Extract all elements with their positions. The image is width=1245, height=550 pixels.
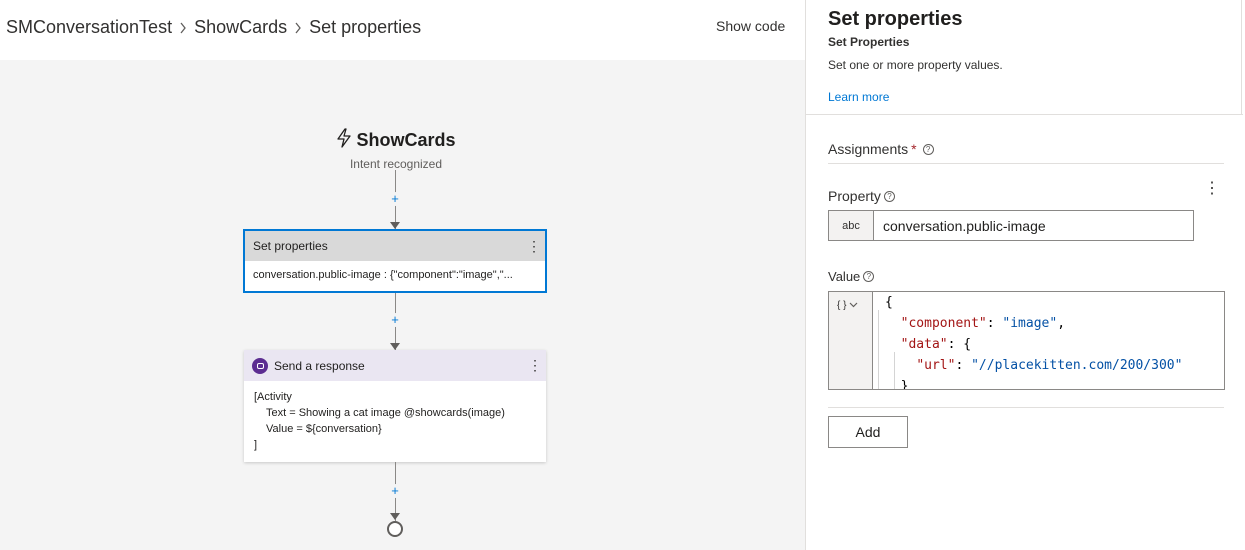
- divider: [828, 407, 1224, 408]
- panel-description: Set one or more property values.: [828, 58, 1003, 72]
- property-label-row: Property ?: [828, 188, 895, 204]
- code-string: "//placekitten.com/200/300": [971, 358, 1183, 373]
- breadcrumb-item-bot[interactable]: SMConversationTest: [6, 17, 172, 38]
- code-close-brace: }: [900, 379, 909, 390]
- authoring-canvas-pane: SMConversationTest ShowCards Set propert…: [0, 0, 806, 550]
- code-key: "url": [916, 358, 956, 373]
- trigger-subtitle: Intent recognized: [349, 157, 443, 171]
- property-input[interactable]: [873, 210, 1194, 241]
- property-label: Property: [828, 188, 881, 204]
- breadcrumb-item-action[interactable]: Set properties: [309, 17, 421, 38]
- help-icon[interactable]: ?: [883, 190, 895, 202]
- code-string: "image": [1002, 316, 1058, 331]
- divider: [828, 163, 1224, 164]
- value-type-label: { }: [837, 300, 847, 311]
- chevron-right-icon: [287, 22, 309, 34]
- node-header: Set properties ⋮: [245, 231, 545, 261]
- indent-guide: [878, 310, 879, 389]
- lightning-icon: [336, 128, 352, 153]
- arrow-down-icon: [390, 222, 400, 229]
- response-line: [Activity: [254, 391, 292, 403]
- json-code[interactable]: { "component": "image", "data": { "url":…: [885, 292, 1183, 390]
- response-line: Text = Showing a cat image @showcards(im…: [266, 407, 505, 419]
- learn-more-link[interactable]: Learn more: [828, 90, 889, 104]
- arrow-down-icon: [390, 513, 400, 520]
- help-icon[interactable]: ?: [922, 143, 934, 155]
- more-options-icon[interactable]: ⋮: [1204, 178, 1220, 198]
- breadcrumb-item-dialog[interactable]: ShowCards: [194, 17, 287, 38]
- more-options-icon[interactable]: ⋮: [528, 357, 542, 374]
- code-open-brace: {: [885, 295, 893, 310]
- send-response-node[interactable]: Send a response ⋮ [Activity Text = Showi…: [244, 350, 546, 462]
- response-line: Value = ${conversation}: [266, 423, 382, 435]
- response-line: ]: [254, 439, 258, 451]
- show-code-button[interactable]: Show code: [716, 18, 785, 34]
- property-type-picker[interactable]: abc: [828, 210, 874, 241]
- chevron-down-icon: [849, 300, 858, 311]
- add-button[interactable]: Add: [828, 416, 908, 448]
- node-header: Send a response ⋮: [244, 350, 546, 381]
- bot-icon: [252, 357, 268, 374]
- node-title: Set properties: [253, 239, 328, 253]
- panel-subtitle: Set Properties: [828, 35, 910, 49]
- trigger-node[interactable]: ShowCards Intent recognized: [296, 128, 496, 171]
- value-editor[interactable]: { } { "component": "image", "data": { "u…: [828, 291, 1225, 390]
- node-title: Send a response: [274, 358, 365, 373]
- set-properties-node[interactable]: Set properties ⋮ conversation.public-ima…: [243, 229, 547, 293]
- code-key: "component": [900, 316, 987, 331]
- more-options-icon[interactable]: ⋮: [527, 238, 541, 255]
- node-body: conversation.public-image : {"component"…: [253, 269, 513, 281]
- value-label: Value: [828, 269, 861, 284]
- canvas-header: SMConversationTest ShowCards Set propert…: [0, 0, 806, 60]
- assignments-heading: Assignments * ?: [828, 141, 934, 157]
- code-key: "data": [900, 337, 948, 352]
- breadcrumb: SMConversationTest ShowCards Set propert…: [6, 17, 421, 38]
- property-panel: Set properties Set Properties Set one or…: [806, 0, 1245, 550]
- value-type-picker[interactable]: { }: [829, 292, 873, 389]
- end-node-icon: [387, 521, 403, 537]
- panel-edge: [1241, 0, 1242, 115]
- arrow-down-icon: [390, 343, 400, 350]
- required-mark: *: [911, 141, 917, 157]
- node-body: [Activity Text = Showing a cat image @sh…: [244, 381, 546, 461]
- divider: [806, 114, 1243, 115]
- trigger-title: ShowCards: [336, 128, 456, 153]
- add-node-button[interactable]: +: [388, 192, 402, 206]
- value-label-row: Value ?: [828, 269, 875, 284]
- trigger-name: ShowCards: [356, 130, 456, 150]
- node-title-wrap: Send a response: [252, 357, 365, 374]
- chevron-right-icon: [172, 22, 194, 34]
- add-node-button[interactable]: +: [388, 484, 402, 498]
- panel-title: Set properties: [828, 8, 963, 30]
- add-node-button[interactable]: +: [388, 313, 402, 327]
- assignments-label: Assignments: [828, 141, 909, 157]
- help-icon[interactable]: ?: [863, 271, 875, 282]
